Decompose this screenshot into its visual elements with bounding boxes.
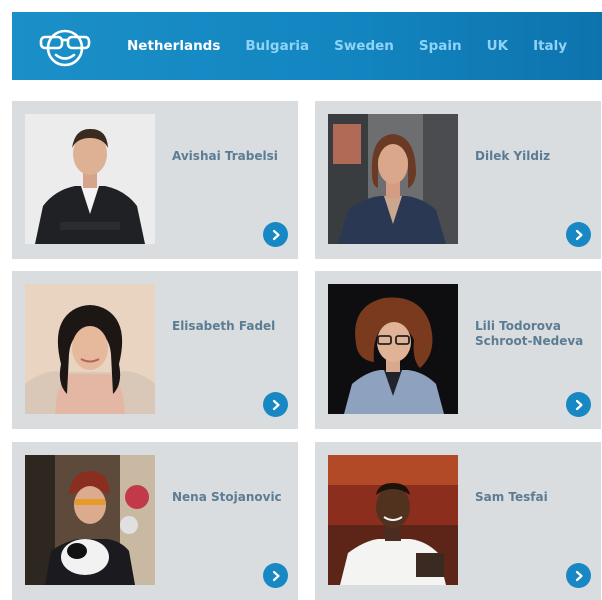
chevron-right-circle-icon[interactable] (566, 222, 591, 247)
profile-photo (328, 455, 458, 585)
profile-photo (328, 114, 458, 244)
tab-uk[interactable]: UK (487, 38, 508, 54)
profile-name: Elisabeth Fadel (172, 319, 276, 333)
profile-card[interactable]: Elisabeth Fadel (12, 271, 298, 429)
tab-bulgaria[interactable]: Bulgaria (245, 38, 309, 54)
profile-name: Dilek Yildiz (475, 149, 551, 163)
sunglasses-face-icon[interactable] (39, 26, 91, 68)
chevron-right-circle-icon[interactable] (263, 222, 288, 247)
profile-name: Lili Todorova Schroot-Nedeva (475, 319, 584, 348)
chevron-right-circle-icon[interactable] (263, 392, 288, 417)
profile-card[interactable]: Nena Stojanovic (12, 442, 298, 600)
profile-card[interactable]: Dilek Yildiz (315, 101, 601, 259)
profile-photo (25, 284, 155, 414)
profile-photo (25, 455, 155, 585)
profile-photo (328, 284, 458, 414)
profile-name: Sam Tesfai (475, 490, 548, 504)
chevron-right-circle-icon[interactable] (566, 392, 591, 417)
country-tabs: Netherlands Bulgaria Sweden Spain UK Ita… (127, 12, 592, 80)
tab-netherlands[interactable]: Netherlands (127, 38, 220, 54)
profile-name: Nena Stojanovic (172, 490, 282, 504)
chevron-right-circle-icon[interactable] (263, 563, 288, 588)
profile-name: Avishai Trabelsi (172, 149, 278, 163)
tab-spain[interactable]: Spain (419, 38, 462, 54)
profile-card[interactable]: Avishai Trabelsi (12, 101, 298, 259)
profile-card[interactable]: Sam Tesfai (315, 442, 601, 600)
chevron-right-circle-icon[interactable] (566, 563, 591, 588)
profile-photo (25, 114, 155, 244)
profile-card[interactable]: Lili Todorova Schroot-Nedeva (315, 271, 601, 429)
tab-italy[interactable]: Italy (533, 38, 567, 54)
top-navigation: Netherlands Bulgaria Sweden Spain UK Ita… (12, 12, 602, 80)
tab-sweden[interactable]: Sweden (334, 38, 394, 54)
